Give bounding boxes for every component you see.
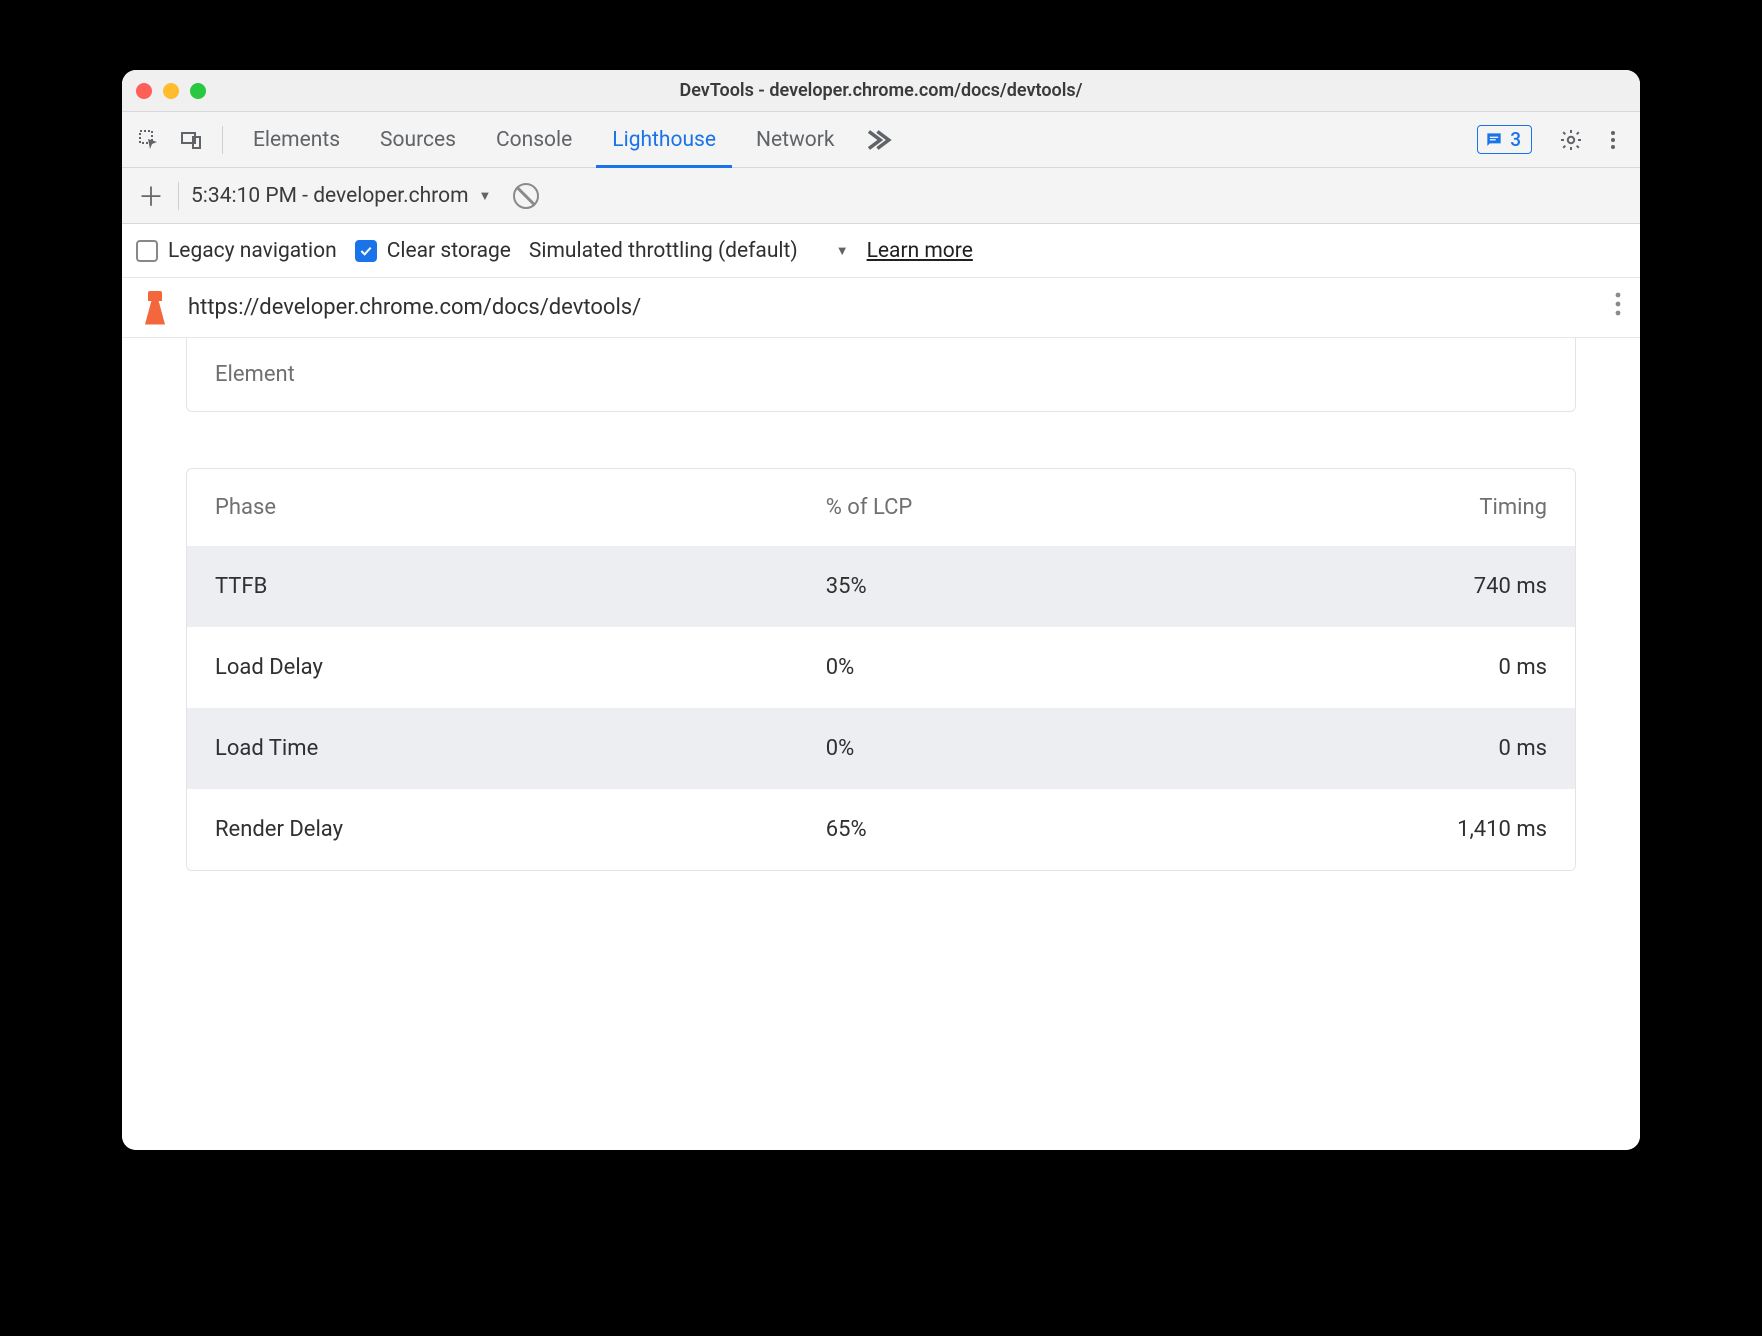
lcp-phase-table: Phase % of LCP Timing TTFB35%740 msLoad … <box>187 469 1575 870</box>
new-report-button[interactable]: ＋ <box>136 177 166 214</box>
col-header-pct: % of LCP <box>798 469 1187 546</box>
console-messages-badge[interactable]: 3 <box>1477 125 1532 154</box>
close-window-button[interactable] <box>136 83 152 99</box>
report-selector-label: 5:34:10 PM - developer.chrom <box>191 184 468 208</box>
col-header-timing: Timing <box>1186 469 1575 546</box>
throttling-label: Simulated throttling (default) <box>529 239 798 263</box>
cell-timing: 0 ms <box>1186 708 1575 789</box>
table-row: Load Delay0%0 ms <box>187 627 1575 708</box>
lighthouse-icon <box>140 291 170 325</box>
element-heading: Element <box>215 362 1547 387</box>
cell-phase: Load Delay <box>187 627 798 708</box>
cell-pct: 35% <box>798 546 1187 627</box>
table-row: Load Time0%0 ms <box>187 708 1575 789</box>
cell-pct: 0% <box>798 627 1187 708</box>
cell-phase: Render Delay <box>187 789 798 870</box>
table-row: TTFB35%740 ms <box>187 546 1575 627</box>
tab-network[interactable]: Network <box>740 112 851 167</box>
legacy-navigation-option[interactable]: Legacy navigation <box>136 239 337 263</box>
tab-elements[interactable]: Elements <box>237 112 356 167</box>
titlebar: DevTools - developer.chrome.com/docs/dev… <box>122 70 1640 112</box>
col-header-phase: Phase <box>187 469 798 546</box>
throttling-dropdown-icon[interactable]: ▼ <box>836 243 849 259</box>
tab-label: Elements <box>253 128 340 152</box>
option-label: Clear storage <box>387 239 511 263</box>
chevron-down-icon: ▼ <box>478 188 491 204</box>
tab-label: Sources <box>380 128 456 152</box>
report-selector[interactable]: 5:34:10 PM - developer.chrom ▼ <box>191 184 491 208</box>
cell-timing: 740 ms <box>1186 546 1575 627</box>
cell-phase: TTFB <box>187 546 798 627</box>
tab-sources[interactable]: Sources <box>364 112 472 167</box>
panel-tabs: Elements Sources Console Lighthouse Netw… <box>237 112 851 167</box>
report-menu-icon[interactable] <box>1614 291 1622 324</box>
report-content: Element Phase % of LCP Timing TTFB35%740… <box>122 338 1640 1150</box>
devtools-tabstrip: Elements Sources Console Lighthouse Netw… <box>122 112 1640 168</box>
clear-report-icon[interactable] <box>513 183 539 209</box>
device-toolbar-icon[interactable] <box>174 123 208 157</box>
cell-timing: 0 ms <box>1186 627 1575 708</box>
clear-storage-option[interactable]: Clear storage <box>355 239 511 263</box>
window-title: DevTools - developer.chrome.com/docs/dev… <box>122 80 1640 101</box>
tab-console[interactable]: Console <box>480 112 588 167</box>
window-controls <box>136 83 206 99</box>
cell-pct: 65% <box>798 789 1187 870</box>
cell-phase: Load Time <box>187 708 798 789</box>
devtools-window: DevTools - developer.chrome.com/docs/dev… <box>122 70 1640 1150</box>
maximize-window-button[interactable] <box>190 83 206 99</box>
more-tabs-icon[interactable] <box>859 123 893 157</box>
separator <box>222 126 223 154</box>
learn-more-link[interactable]: Learn more <box>867 239 973 263</box>
minimize-window-button[interactable] <box>163 83 179 99</box>
tab-label: Network <box>756 128 835 152</box>
lighthouse-toolbar: ＋ 5:34:10 PM - developer.chrom ▼ <box>122 168 1640 224</box>
checkbox-unchecked-icon <box>136 240 158 262</box>
inspect-icon[interactable] <box>132 123 166 157</box>
report-url-row: https://developer.chrome.com/docs/devtoo… <box>122 278 1640 338</box>
tab-label: Lighthouse <box>612 128 716 152</box>
report-url: https://developer.chrome.com/docs/devtoo… <box>188 295 1596 320</box>
cell-timing: 1,410 ms <box>1186 789 1575 870</box>
checkbox-checked-icon <box>355 240 377 262</box>
tab-label: Console <box>496 128 572 152</box>
option-label: Legacy navigation <box>168 239 337 263</box>
lcp-phase-card: Phase % of LCP Timing TTFB35%740 msLoad … <box>186 468 1576 871</box>
kebab-menu-icon[interactable] <box>1596 123 1630 157</box>
table-row: Render Delay65%1,410 ms <box>187 789 1575 870</box>
separator <box>178 182 179 210</box>
settings-icon[interactable] <box>1554 123 1588 157</box>
messages-count: 3 <box>1510 128 1521 151</box>
lighthouse-options: Legacy navigation Clear storage Simulate… <box>122 224 1640 278</box>
tab-lighthouse[interactable]: Lighthouse <box>596 112 732 167</box>
lcp-element-card: Element <box>186 338 1576 412</box>
cell-pct: 0% <box>798 708 1187 789</box>
